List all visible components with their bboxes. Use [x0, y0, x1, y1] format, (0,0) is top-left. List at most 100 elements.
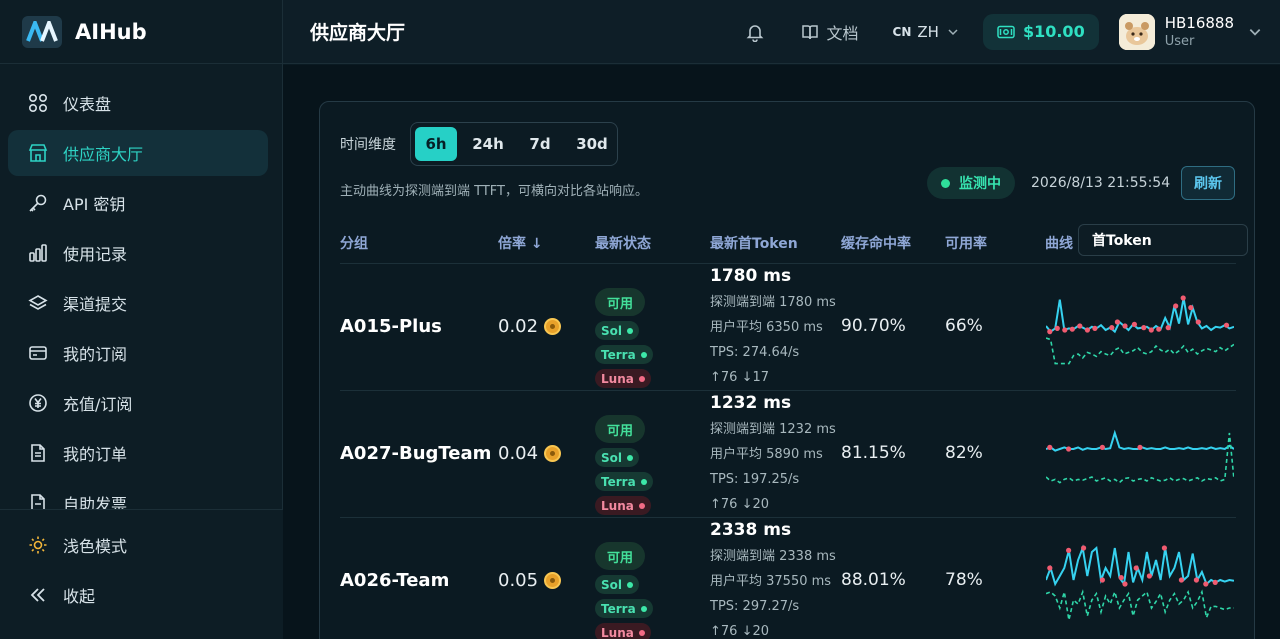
token-latest: 2338 ms — [710, 520, 792, 540]
sidebar-item-recharge[interactable]: 充值/订阅 — [8, 380, 268, 426]
table-row[interactable]: A027-BugTeam 0.04 可用 Sol Terra Luna 1232 ms 探测端… — [340, 391, 1236, 518]
time-range-row: 时间维度 6h 24h 7d 30d — [340, 122, 618, 166]
monitor-status-badge: 监测中 — [927, 167, 1015, 199]
range-24h-button[interactable]: 24h — [467, 127, 509, 161]
group-name[interactable]: A015-Plus — [340, 316, 442, 337]
range-7d-button[interactable]: 7d — [519, 127, 561, 161]
region-tag-label: Terra — [601, 601, 636, 616]
rate-value: 0.04 — [498, 443, 562, 464]
chevron-down-icon — [948, 28, 958, 35]
token-user-avg: 用户平均 5890 ms — [710, 447, 823, 462]
header-rate-sort[interactable]: 倍率 ↓ — [498, 233, 543, 253]
sidebar-item-dashboard[interactable]: 仪表盘 — [8, 80, 268, 126]
sidebar-item-label: API 密钥 — [63, 195, 126, 214]
sidebar-item-provider-hall[interactable]: 供应商大厅 — [8, 130, 268, 176]
region-tag-label: Luna — [601, 498, 634, 513]
token-tps: TPS: 297.27/s — [710, 599, 800, 614]
sparkline-failure-dot — [1122, 581, 1128, 587]
card-icon — [28, 343, 48, 363]
sidebar-item-my-orders[interactable]: 我的订单 — [8, 430, 268, 476]
double-chevron-left-icon — [28, 585, 48, 605]
refresh-button[interactable]: 刷新 — [1181, 166, 1235, 200]
token-probe: 探测端到端 1780 ms — [710, 295, 836, 310]
sidebar-item-label: 我的订单 — [63, 445, 128, 464]
group-name[interactable]: A027-BugTeam — [340, 443, 491, 464]
rate-number: 0.04 — [498, 443, 539, 464]
region-tag-label: Sol — [601, 450, 622, 465]
coin-icon — [544, 445, 562, 462]
sidebar-item-label: 我的订阅 — [63, 345, 128, 364]
theme-toggle-label: 浅色模式 — [63, 537, 128, 556]
table-row[interactable]: A026-Team 0.05 可用 Sol Terra Luna 2338 ms 探测端到端 … — [340, 518, 1236, 639]
table-row[interactable]: A015-Plus 0.02 可用 Sol Terra Luna 1780 ms 探测端到端 … — [340, 264, 1236, 391]
collapse-label: 收起 — [63, 587, 96, 606]
time-range-selector: 6h 24h 7d 30d — [410, 122, 618, 166]
language-flag: CN — [892, 24, 912, 39]
token-cell: 1232 ms 探测端到端 1232 ms 用户平均 5890 ms TPS: 197… — [710, 393, 836, 517]
main-content: 时间维度 6h 24h 7d 30d 主动曲线为探测端到端 TTFT，可横向对比… — [283, 65, 1280, 639]
token-user-avg: 用户平均 6350 ms — [710, 320, 823, 335]
header-cache: 缓存命中率 — [841, 236, 911, 252]
token-cell: 2338 ms 探测端到端 2338 ms 用户平均 37550 ms TPS: 29… — [710, 520, 836, 639]
coin-icon — [544, 318, 562, 335]
region-status-dot-icon — [638, 502, 645, 509]
sparkline-failure-dot — [1047, 329, 1053, 335]
region-tag: Luna — [595, 369, 651, 388]
range-6h-button[interactable]: 6h — [415, 127, 457, 161]
sparkline-cell[interactable] — [1045, 290, 1235, 374]
monitor-label: 监测中 — [959, 176, 1001, 192]
sidebar-item-api-keys[interactable]: API 密钥 — [8, 180, 268, 226]
header-avail: 可用率 — [945, 236, 987, 252]
sidebar-item-channel-submit[interactable]: 渠道提交 — [8, 280, 268, 326]
layers-icon — [28, 293, 48, 313]
sidebar-item-my-subscriptions[interactable]: 我的订阅 — [8, 330, 268, 376]
region-status-dot-icon — [627, 327, 633, 334]
token-cell: 1780 ms 探测端到端 1780 ms 用户平均 6350 ms TPS: 274… — [710, 266, 836, 390]
sparkline-failure-dot — [1173, 303, 1179, 309]
region-tags: Sol Terra Luna — [595, 448, 695, 520]
range-30d-button[interactable]: 30d — [571, 127, 613, 161]
region-status-dot-icon — [640, 605, 647, 612]
sparkline-chart — [1045, 544, 1235, 621]
sparkline-failure-dot — [1193, 577, 1199, 583]
sparkline-failure-dot — [1141, 325, 1147, 331]
curve-description: 主动曲线为探测端到端 TTFT，可横向对比各站响应。 — [340, 184, 648, 199]
region-tag: Sol — [595, 448, 639, 467]
sparkline-cell[interactable] — [1045, 544, 1235, 628]
brand[interactable]: AIHub — [0, 0, 282, 64]
provider-card: 时间维度 6h 24h 7d 30d 主动曲线为探测端到端 TTFT，可横向对比… — [319, 101, 1255, 639]
sparkline-failure-dot — [1099, 577, 1105, 583]
token-io: ↑76 ↓17 — [710, 370, 770, 385]
token-tps: TPS: 274.64/s — [710, 345, 800, 360]
region-tag-label: Luna — [601, 371, 634, 386]
availability-rate: 78% — [945, 570, 983, 590]
sparkline-probe-line — [1045, 297, 1235, 334]
balance-badge[interactable]: $10.00 — [982, 13, 1099, 50]
region-tag-label: Sol — [601, 323, 622, 338]
curve-metric-select[interactable]: 首Token — [1078, 224, 1248, 256]
region-tag-label: Terra — [601, 474, 636, 489]
sparkline-failure-dot — [1066, 547, 1072, 553]
notification-bell-icon[interactable] — [745, 21, 767, 43]
region-tag-label: Sol — [601, 577, 622, 592]
group-name[interactable]: A026-Team — [340, 570, 449, 591]
sidebar-nav: 仪表盘 供应商大厅 API 密钥 使用记录 渠道提交 我的订阅 充值/订阅 我的… — [0, 64, 282, 526]
language-label: ZH — [917, 22, 939, 41]
header-status: 最新状态 — [595, 236, 651, 252]
token-io: ↑76 ↓20 — [710, 624, 770, 639]
status-cell: 可用 Sol Terra Luna — [595, 542, 695, 639]
theme-toggle[interactable]: 浅色模式 — [8, 522, 269, 568]
docs-link[interactable]: 文档 — [801, 20, 859, 44]
sidebar: AIHub 仪表盘 供应商大厅 API 密钥 使用记录 渠道提交 我的订阅 充值… — [0, 0, 283, 639]
sidebar-item-usage[interactable]: 使用记录 — [8, 230, 268, 276]
collapse-button[interactable]: 收起 — [8, 572, 269, 618]
region-tag-label: Terra — [601, 347, 636, 362]
user-menu[interactable]: HB16888 User — [1118, 13, 1262, 50]
sidebar-footer: 浅色模式 收起 — [0, 509, 283, 639]
sparkline-cell[interactable] — [1045, 417, 1235, 501]
language-selector[interactable]: CN ZH — [893, 23, 959, 41]
status-badge: 可用 — [595, 288, 645, 316]
docs-label: 文档 — [826, 23, 859, 43]
region-status-dot-icon — [627, 581, 633, 588]
top-actions: 文档 CN ZH $10.00 HB16888 User — [745, 0, 1280, 64]
